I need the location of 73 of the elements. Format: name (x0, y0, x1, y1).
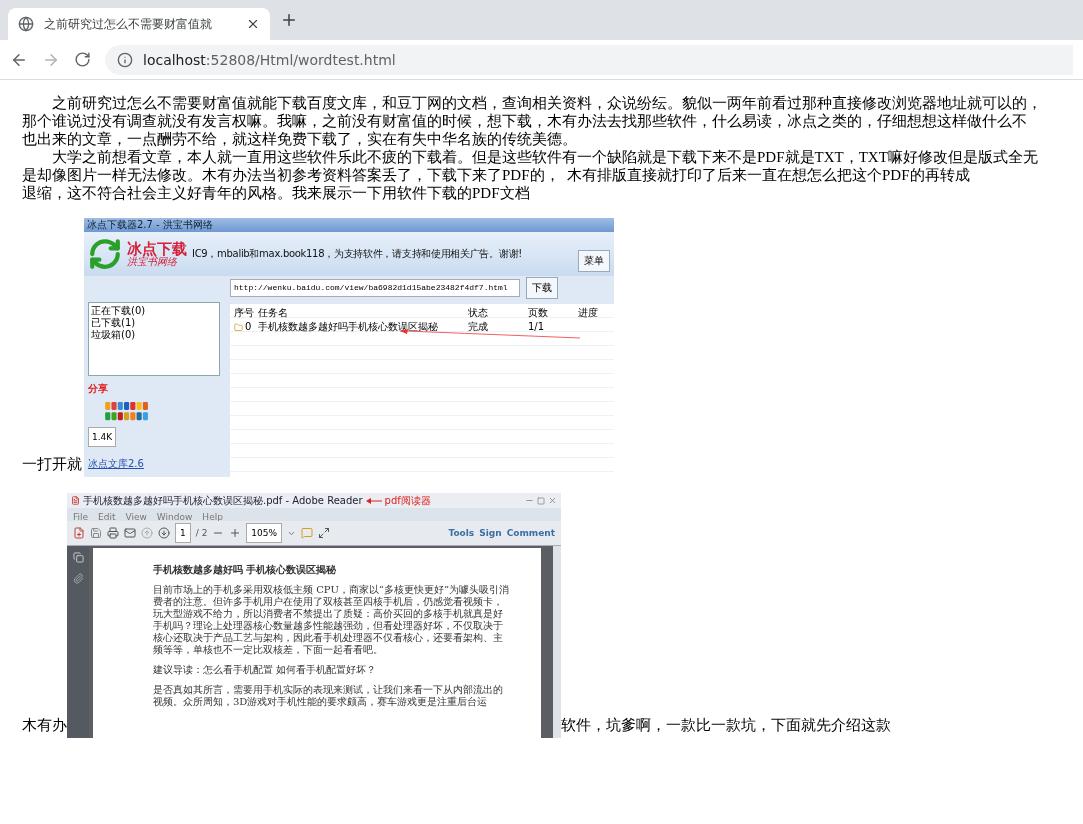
pages-icon[interactable] (72, 552, 84, 563)
brand-name: 冰点下载 (127, 241, 187, 257)
table-cell: 0 (234, 318, 258, 336)
refresh-arrows-logo-icon (88, 237, 122, 271)
article-text: 一打开就 (22, 455, 82, 474)
printer-icon[interactable] (107, 527, 119, 539)
save-icon[interactable] (90, 527, 102, 539)
document-paragraph: 是否真如其所言，需要用手机实际的表现来测试，让我们来看一下从内部流出的视频。众所周知，3D游戏对手机性能的要求颇高，赛车游戏更是注重后台运 (153, 684, 504, 708)
globe-icon (18, 16, 34, 32)
folder-icon (234, 322, 243, 332)
menu-item[interactable]: View (125, 508, 147, 521)
column-header: 进度 (578, 306, 599, 320)
share-heading: 分享 (88, 382, 109, 397)
article-text-line: 退缩，这不符合社会主义好青年的风格。我来展示一下用软件下载的PDF文档 (22, 184, 531, 202)
menu-item[interactable]: File (73, 508, 89, 521)
page-number-field[interactable]: 1 (175, 523, 191, 543)
zoom-field[interactable]: 105% (246, 523, 283, 543)
article-text-line: 那个谁说过没有调查就没有发言权嘛。我嘛，之前没有财富值的时候，想下载，木有办法去找那些软件，什么易读，冰点之类的，仔细想想这样做什么不 (22, 112, 1028, 130)
article-text-line: 也出来的文章，一点酬劳不给，就这样免费下载了，实在有失中华名族的传统美德。 (22, 130, 578, 148)
article-text: 木有办 (22, 716, 67, 735)
scrollbar[interactable] (553, 546, 561, 738)
url-text: localhost:52808/Html/wordtest.html (143, 51, 396, 68)
article-text: 软件，坑爹啊，一款比一款坑，下面就先介绍这款 (561, 716, 891, 735)
toolbar-link[interactable]: Sign (479, 524, 502, 542)
info-icon[interactable] (117, 51, 133, 68)
browser-tab[interactable]: 之前研究过怎么不需要财富值就 (8, 8, 270, 40)
address-bar[interactable]: localhost:52808/Html/wordtest.html (105, 44, 1073, 75)
column-header: 序号 (234, 306, 255, 320)
paperclip-icon[interactable] (72, 573, 84, 584)
article-text-line: 是却像图片一样无法修改。木有办法当初参考资料答案丢了，下载下来了PDF的， 木有排版直接就打印了后来一直在想怎么把这个PDF的再转成 (22, 166, 971, 184)
table-cell-text: 1/1 (528, 320, 546, 334)
notice-text: IC9，mbalib和max.book118，为支持软件，请支持和使用相关广告。谢谢! (192, 247, 523, 261)
download-button[interactable]: 下载 (526, 277, 558, 299)
zoom-in-icon[interactable] (229, 527, 242, 539)
column-header: 页数 (528, 306, 549, 320)
new-tab-icon[interactable] (280, 11, 298, 29)
reload-icon[interactable] (74, 51, 91, 68)
document-paragraph: 目前市场上的手机多采用双核低主频 CPU，商家以“多核更快更好”为噱头吸引消费者的注意。但许多手机用户在使用了双核甚至四核手机后，仍感觉看视频卡，玩大型游戏不给力，所以消费者不禁提出了质疑：高价买回的多核手机就真是好手机吗？理论上处理器核心数量越多性能越强劲，但看处理器好坏，不仅取决于核心还取决于产品工艺与架构，因此看手机处理器不仅看核心，还要看架构、主频等等，单核也不一定比双核差，下面一起看看吧。 (153, 584, 511, 656)
category-item[interactable]: 正在下载(0) (91, 305, 217, 317)
document-paragraph: 建议导读：怎么看手机配置 如何看手机配置好坏？ (153, 664, 378, 676)
close-icon[interactable] (246, 17, 260, 31)
annotation-label: pdf阅读器 (384, 493, 431, 508)
column-header: 状态 (468, 306, 489, 320)
menu-item[interactable]: Help (202, 508, 223, 521)
article-text-line: 之前研究过怎么不需要财富值就能下载百度文库，和豆丁网的文档，查询相关资料，众说纷纭。貌似一两年前看过那种直接修改浏览器地址就可以的， (51, 94, 1043, 112)
previous-page-icon[interactable] (141, 527, 153, 539)
next-page-icon[interactable] (158, 527, 170, 539)
document-heading: 手机核数越多越好吗 手机核心数误区揭秘 (153, 564, 338, 576)
window-title: 手机核数越多越好吗手机核心数误区揭秘.pdf - Adobe Reader (83, 493, 363, 508)
comment-icon[interactable] (301, 527, 314, 539)
expand-icon[interactable] (318, 527, 331, 539)
menu-item[interactable]: Edit (98, 508, 116, 521)
pdf-file-icon (71, 496, 80, 505)
software-link[interactable]: 冰点文库2.6 (88, 455, 220, 473)
file-plus-icon[interactable] (73, 527, 85, 539)
column-header: 任务名 (258, 306, 289, 320)
mail-icon[interactable] (124, 527, 136, 539)
menu-button[interactable]: 菜单 (578, 250, 610, 272)
menu-item[interactable]: Window (156, 508, 193, 521)
category-item[interactable]: 已下载(1) (91, 317, 217, 329)
article-text-line: 大学之前想看文章，本人就一直用这些软件乐此不疲的下载着。但是这些软件有一个缺陷就是下载下来不是PDF就是TXT，TXT嘛好修改但是版式全无 (51, 148, 1039, 166)
table-cell-text: 完成 (468, 320, 489, 334)
page-total: / 2 (195, 527, 208, 540)
toolbar-link[interactable]: Comment (506, 524, 555, 542)
brand-subtitle: 洪宝书网络 (127, 256, 177, 267)
share-count: 1.4K (88, 427, 117, 447)
toolbar-link[interactable]: Tools (448, 524, 475, 542)
table-cell-text: 手机核数越多越好吗手机核心数误区揭秘 (258, 320, 439, 334)
annotation-arrow (365, 497, 382, 504)
category-item[interactable]: 垃圾箱(0) (91, 329, 217, 341)
url-field[interactable]: http://wenku.baidu.com/view/ba6982d1d15abe23482f4df7.html (230, 279, 520, 297)
maximize-icon[interactable] (537, 496, 545, 505)
window-title: 冰点下载器2.7 - 洪宝书网络 (84, 218, 614, 232)
